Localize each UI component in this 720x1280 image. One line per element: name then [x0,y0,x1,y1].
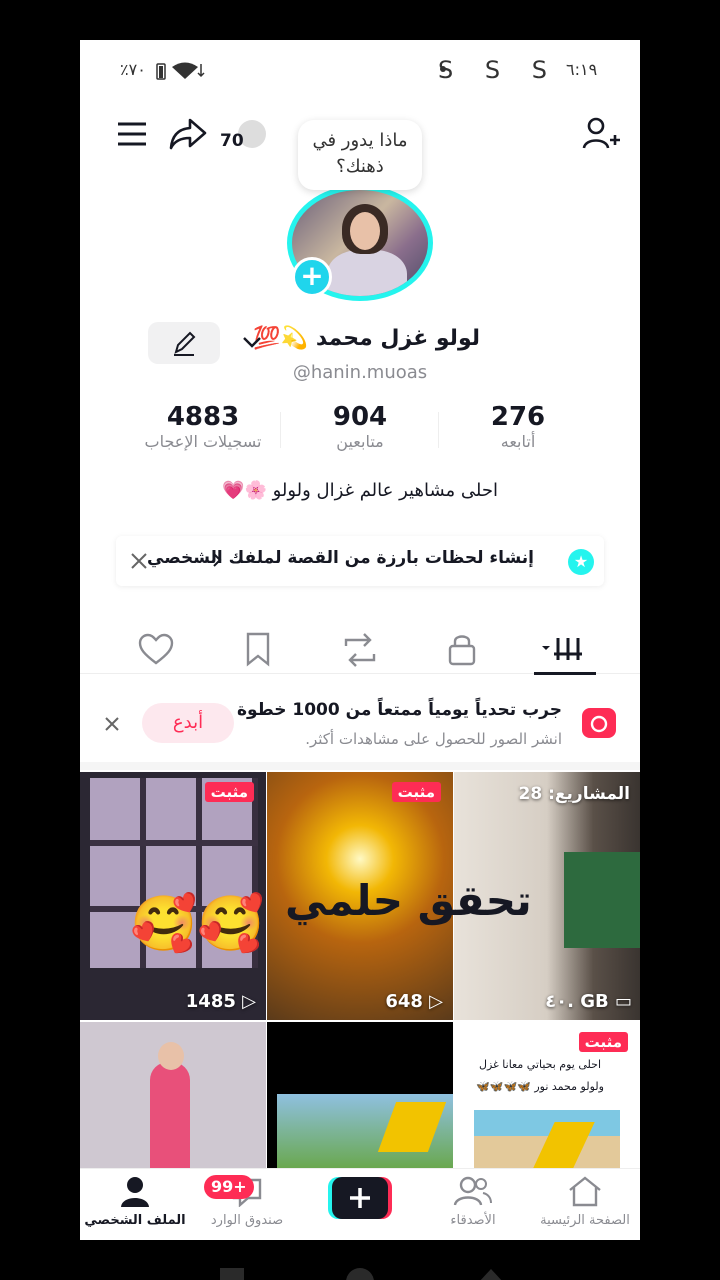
challenge-subtitle: انشر الصور للحصول على مشاهدات أكثر. [305,730,562,748]
star-icon: ★ [568,549,594,575]
nav-inbox-label: صندوق الوارد [210,1213,284,1228]
close-icon[interactable] [124,546,154,580]
video-thumbnail-beach-playground[interactable]: مثبت احلى يوم بحياتي معانا غزل ولولو محم… [454,1022,640,1168]
dot-icon [440,66,446,72]
followers-stat[interactable]: 904 متابعين [296,402,424,451]
add-friend-icon[interactable] [580,114,620,154]
story-highlights-banner[interactable]: ★ إنشاء لحظات بارزة من القصة لملفك الشخص… [116,536,604,586]
chevron-left-icon [210,550,224,574]
video-thumbnail-playground[interactable] [267,1022,453,1168]
menu-icon[interactable] [116,120,148,148]
challenge-title: جرب تحدياً يومياً ممتعاً من 1000 خطوة [236,700,562,720]
share-icon[interactable] [168,116,208,152]
divider [280,412,281,448]
edit-profile-button[interactable] [148,322,220,364]
private-tab-lock-icon[interactable] [442,630,482,670]
person-icon [121,1177,149,1207]
pinned-badge: مثبت [204,782,254,802]
create-button[interactable]: أبدع [142,703,234,743]
coin-count[interactable]: 70 [220,131,244,151]
home-icon [569,1176,601,1207]
likes-count: 4883 [166,402,240,432]
back-icon[interactable] [478,1268,504,1280]
friends-icon [453,1176,492,1206]
home-button-icon[interactable] [346,1268,374,1280]
pinned-badge: مثبت [391,782,441,802]
bottom-nav: الملف الشخصي صندوق الوارد 99+ الأصدقاء ا… [80,1168,640,1240]
camera-icon [582,708,616,738]
card-caption: احلى يوم بحياتي معانا غزل ولولو محمد نور… [476,1058,604,1093]
nav-home[interactable]: الصفحة الرئيسية [530,1175,640,1228]
following-label: أتابعه [500,432,536,451]
notification-apps: S S S [438,56,559,84]
storage-value: ٤٠. GB [545,991,609,1012]
tv-image [564,852,640,948]
followers-count: 904 [332,402,388,432]
view-count-value: 1485 [185,991,236,1012]
reposts-tab-repost-icon[interactable] [340,630,380,670]
video-thumbnail-collage[interactable]: مثبت 🥰🥰 1485 ▷ [80,772,266,1020]
active-tab-indicator [534,672,596,675]
wifi-icon [170,60,208,84]
video-thumbnail-dancing-girl[interactable] [80,1022,266,1168]
bio: احلى مشاهير عالم غزال ولولو 🌸💗 [222,480,498,501]
battery-status: ٪٧٠ [120,60,146,79]
add-story-icon[interactable]: + [292,257,332,297]
inbox-badge: 99+ [204,1175,254,1199]
likes-label: تسجيلات الإعجاب [144,432,262,451]
close-icon[interactable] [98,710,126,742]
overlay-caption: تحقق حلمي [285,876,532,925]
nav-friends[interactable]: الأصدقاء [418,1175,528,1228]
profile-screen: ٪٧٠ S S S ٦:١٩ 70 + ماذا يدور في ذهنك؟ ل… [80,40,640,1240]
note-bubble[interactable]: ماذا يدور في ذهنك؟ [298,120,422,190]
content-tabs [80,622,640,674]
view-count: 648 ▷ [385,991,443,1012]
nav-home-label: الصفحة الرئيسية [540,1213,630,1228]
videos-tab-grid-icon[interactable] [540,630,590,670]
followers-label: متابعين [336,432,384,451]
smiling-hearts-emoji: 🥰🥰 [130,892,265,955]
nav-profile-label: الملف الشخصي [84,1213,186,1228]
liked-tab-heart-icon[interactable] [136,630,176,670]
banner-text: إنشاء لحظات بارزة من القصة لملفك الشخصي [147,548,534,568]
create-video-button[interactable] [328,1177,392,1219]
projects-count: المشاريع: 28 [518,784,630,804]
divider [438,412,439,448]
nav-friends-label: الأصدقاء [450,1213,496,1228]
profile-name: لولو غزل محمد 💫💯 [253,326,480,351]
nav-profile[interactable]: الملف الشخصي [80,1175,190,1228]
system-nav-bar [0,1240,720,1280]
view-count: 1485 ▷ [185,991,256,1012]
saved-tab-bookmark-icon[interactable] [238,630,278,670]
recents-icon[interactable] [220,1268,244,1280]
following-count: 276 [490,402,546,432]
battery-icon [155,62,167,84]
following-stat[interactable]: 276 أتابعه [458,402,578,451]
chevron-down-icon[interactable] [240,332,264,356]
username: @hanin.muoas [292,362,428,383]
pinned-badge: مثبت [578,1032,628,1052]
clock: ٦:١٩ [566,60,598,79]
likes-stat[interactable]: 4883 تسجيلات الإعجاب [130,402,276,451]
view-count-value: 648 [385,991,423,1012]
storage-size: ٤٠. GB ▭ [545,991,632,1012]
challenge-card[interactable]: جرب تحدياً يومياً ممتعاً من 1000 خطوة ان… [80,676,640,770]
